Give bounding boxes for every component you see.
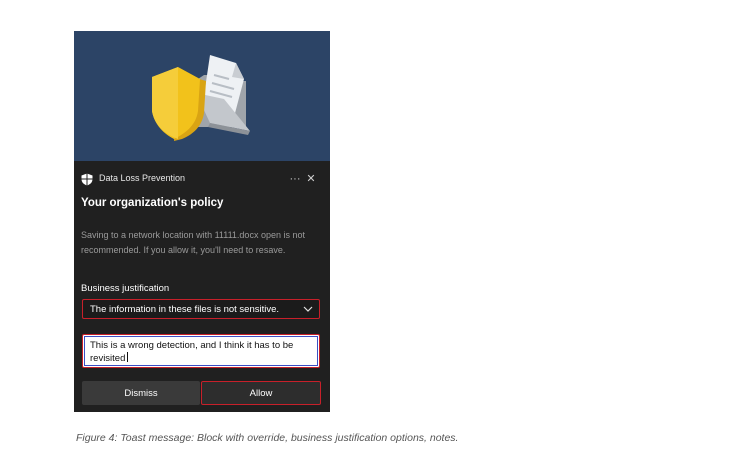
notes-field[interactable]: This is a wrong detection, and I think i…	[82, 334, 320, 368]
shield-icon	[81, 173, 93, 186]
allow-button[interactable]: Allow	[201, 381, 321, 405]
figure-caption: Figure 4: Toast message: Block with over…	[76, 432, 459, 444]
more-icon[interactable]: ···	[288, 170, 302, 188]
toast-titlebar: Data Loss Prevention ··· ✕	[74, 169, 330, 191]
app-name: Data Loss Prevention	[99, 173, 186, 183]
chevron-down-icon	[303, 306, 313, 312]
policy-title: Your organization's policy	[81, 197, 224, 209]
close-icon[interactable]: ✕	[304, 170, 318, 188]
shield-folder-illustration	[152, 55, 250, 141]
policy-message: Saving to a network location with 11111.…	[81, 230, 305, 255]
notes-value: This is a wrong detection, and I think i…	[90, 340, 294, 364]
notes-text-area[interactable]: This is a wrong detection, and I think i…	[84, 336, 318, 366]
dismiss-button[interactable]: Dismiss	[82, 381, 200, 405]
justification-label: Business justification	[81, 283, 170, 294]
justification-dropdown[interactable]: The information in these files is not se…	[82, 299, 320, 319]
dlp-toast: Data Loss Prevention ··· ✕ Your organiza…	[74, 31, 330, 412]
hero-illustration	[74, 31, 330, 161]
justification-selected: The information in these files is not se…	[90, 304, 280, 315]
text-caret	[127, 352, 129, 362]
